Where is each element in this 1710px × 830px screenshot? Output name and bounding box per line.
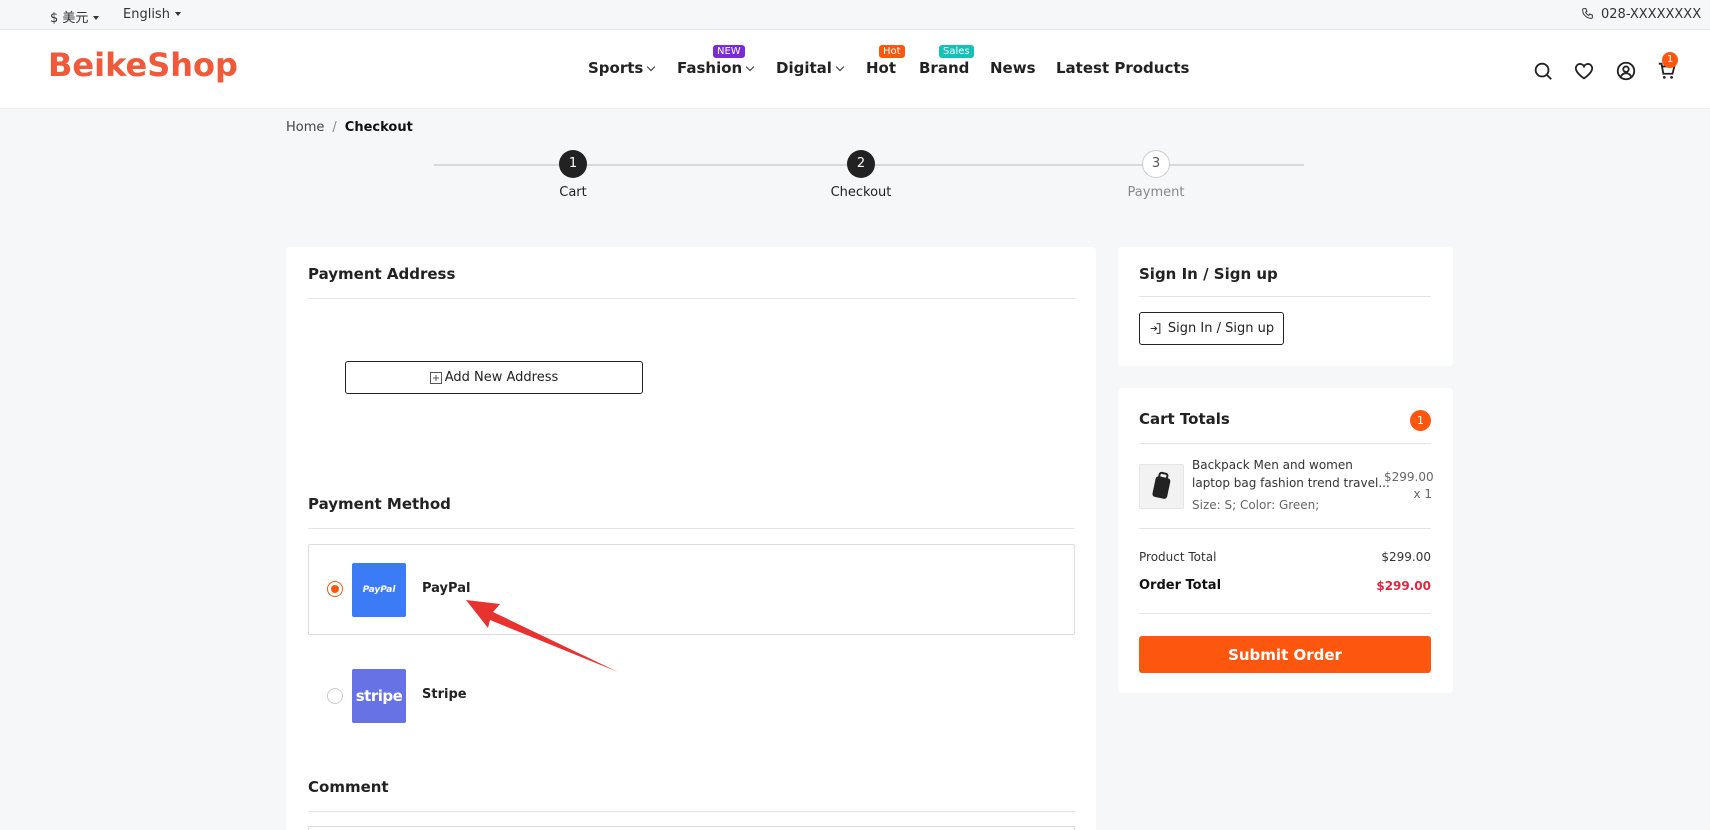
nav-item-digital[interactable]: Digital xyxy=(776,59,845,77)
caret-down-icon xyxy=(93,15,100,20)
comment-title: Comment xyxy=(308,778,389,796)
signin-title: Sign In / Sign up xyxy=(1139,265,1278,283)
nav-item-sports[interactable]: Sports xyxy=(588,59,656,77)
annotation-arrow xyxy=(466,600,618,672)
cart-count-badge: 1 xyxy=(1662,52,1678,68)
main-header: BeikeShop Sports NEW Fashion Digital Hot… xyxy=(0,30,1710,109)
cart-item-name-line2: laptop bag fashion trend travel... xyxy=(1192,476,1390,490)
stripe-logo-text: stripe xyxy=(355,687,403,705)
submit-order-label: Submit Order xyxy=(1228,645,1342,664)
stripe-logo[interactable]: stripe xyxy=(352,669,406,723)
language-label: English xyxy=(123,7,170,22)
nav-label: News xyxy=(990,59,1036,77)
nav-item-brand[interactable]: Sales Brand xyxy=(919,45,974,77)
divider xyxy=(1139,613,1431,614)
login-icon xyxy=(1150,323,1161,334)
step-payment: 3 Payment xyxy=(1106,150,1206,200)
cart-item-price: $299.00 xyxy=(1384,470,1434,484)
nav-badge-hot: Hot xyxy=(879,45,905,58)
breadcrumb-current: Checkout xyxy=(344,120,413,135)
step-label: Payment xyxy=(1127,185,1185,200)
phone-icon xyxy=(1582,8,1593,19)
step-label: Cart xyxy=(559,185,587,200)
cart-item-qty: x 1 xyxy=(1413,487,1432,501)
cart-totals-count-badge: 1 xyxy=(1410,410,1431,431)
divider xyxy=(1139,296,1431,297)
comment-textarea[interactable] xyxy=(308,826,1075,830)
currency-label: $ 美元 xyxy=(50,11,89,26)
divider xyxy=(308,811,1075,812)
nav-item-latest-products[interactable]: Latest Products xyxy=(1056,59,1189,77)
nav-item-fashion[interactable]: NEW Fashion xyxy=(677,45,755,77)
submit-order-button[interactable]: Submit Order xyxy=(1139,636,1431,673)
cart-item-variant: Size: S; Color: Green; xyxy=(1192,498,1320,512)
nav-label: Fashion xyxy=(677,59,743,77)
add-new-address-button[interactable]: Add New Address xyxy=(345,361,643,394)
step-label: Checkout xyxy=(830,185,892,200)
step-number: 3 xyxy=(1142,150,1170,178)
nav-label: Latest Products xyxy=(1056,59,1190,77)
cart-item-name[interactable]: Backpack Men and women laptop bag fashio… xyxy=(1192,456,1390,492)
chevron-down-icon xyxy=(647,62,656,72)
search-icon[interactable] xyxy=(1532,60,1554,82)
add-new-address-label: Add New Address xyxy=(444,370,559,385)
divider xyxy=(308,298,1075,299)
phone-number: 028-XXXXXXXX xyxy=(1601,7,1702,22)
product-total-value: $299.00 xyxy=(1381,550,1431,564)
chevron-down-icon xyxy=(745,62,755,72)
step-number: 1 xyxy=(559,150,587,178)
divider xyxy=(1139,528,1431,529)
cart-item-name-line1: Backpack Men and women xyxy=(1192,458,1353,472)
breadcrumb: Home / Checkout xyxy=(286,120,413,135)
nav-label: Sports xyxy=(588,59,644,77)
nav-item-hot[interactable]: Hot Hot xyxy=(866,45,905,77)
add-square-icon xyxy=(429,371,442,384)
order-total-label: Order Total xyxy=(1139,578,1222,593)
caret-down-icon xyxy=(174,11,181,16)
cart-item-image[interactable] xyxy=(1139,464,1184,509)
order-total-value: $299.00 xyxy=(1376,579,1431,593)
cart-totals-title: Cart Totals xyxy=(1139,410,1230,428)
backpack-icon xyxy=(1152,471,1171,499)
paypal-logo-text: PayPal xyxy=(362,585,396,595)
payment-address-title: Payment Address xyxy=(308,265,456,283)
top-bar: $ 美元 English 028-XXXXXXXX xyxy=(0,0,1710,30)
logo[interactable]: BeikeShop xyxy=(48,46,238,84)
signin-button[interactable]: Sign In / Sign up xyxy=(1139,312,1284,345)
nav-label: Hot xyxy=(866,59,897,77)
step-checkout: 2 Checkout xyxy=(811,150,911,200)
heart-icon[interactable] xyxy=(1573,60,1595,82)
chevron-down-icon xyxy=(835,62,845,72)
nav-badge-new: NEW xyxy=(713,45,745,58)
nav-label: Digital xyxy=(776,59,832,77)
paypal-radio[interactable] xyxy=(327,581,343,597)
signin-button-label: Sign In / Sign up xyxy=(1167,321,1275,336)
divider xyxy=(308,528,1075,529)
stripe-radio[interactable] xyxy=(327,688,343,704)
currency-selector[interactable]: $ 美元 xyxy=(50,7,100,26)
stripe-label[interactable]: Stripe xyxy=(422,687,467,702)
language-selector[interactable]: English xyxy=(123,7,181,22)
divider xyxy=(1139,443,1431,444)
checkout-main-card xyxy=(286,247,1096,830)
step-cart: 1 Cart xyxy=(523,150,623,200)
step-number: 2 xyxy=(847,150,875,178)
paypal-logo: PayPal xyxy=(352,563,406,617)
user-icon[interactable] xyxy=(1615,60,1637,82)
phone-contact: 028-XXXXXXXX xyxy=(1581,7,1701,22)
nav-item-news[interactable]: News xyxy=(990,59,1036,77)
payment-method-title: Payment Method xyxy=(308,495,451,513)
nav-label: Brand xyxy=(919,59,970,77)
breadcrumb-home[interactable]: Home xyxy=(286,120,324,135)
product-total-label: Product Total xyxy=(1139,550,1217,564)
nav-badge-sales: Sales xyxy=(939,45,974,58)
